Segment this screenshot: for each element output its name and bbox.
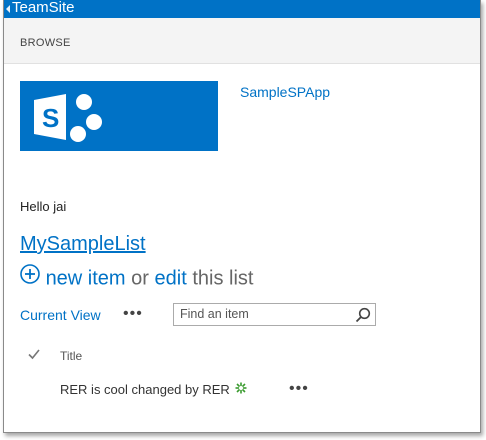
- tab-browse[interactable]: BROWSE: [20, 37, 71, 49]
- search-input[interactable]: [180, 307, 350, 321]
- back-arrow-icon[interactable]: [6, 5, 10, 13]
- suite-bar-title[interactable]: TeamSite: [12, 0, 75, 16]
- new-item-badge-icon: [235, 382, 247, 397]
- sharepoint-logo-icon: S: [34, 94, 102, 142]
- ribbon: BROWSE: [4, 18, 480, 64]
- current-view-link[interactable]: Current View: [20, 307, 101, 323]
- new-item-link[interactable]: new item: [46, 267, 126, 289]
- row-title-text[interactable]: RER is cool changed by RER: [60, 382, 230, 397]
- new-item-row: new item or edit this list: [20, 264, 254, 290]
- app-window: TeamSite BROWSE S SampleSPApp Hello jai …: [3, 0, 481, 433]
- view-more-button[interactable]: •••: [123, 305, 143, 323]
- suite-bar: TeamSite: [4, 0, 480, 18]
- search-box: [173, 303, 376, 326]
- site-title-link[interactable]: SampleSPApp: [240, 84, 330, 100]
- row-more-button[interactable]: •••: [289, 380, 309, 398]
- table-row[interactable]: RER is cool changed by RER •••: [20, 380, 320, 402]
- this-list-text: this list: [192, 267, 254, 290]
- svg-text:S: S: [42, 103, 59, 133]
- or-text: or: [131, 267, 149, 290]
- add-circle-icon[interactable]: [20, 264, 40, 290]
- list-header-row: Title: [20, 345, 320, 365]
- select-all-check-icon[interactable]: [28, 347, 40, 365]
- search-icon[interactable]: [355, 307, 371, 323]
- view-toolbar: Current View •••: [20, 303, 380, 327]
- site-logo[interactable]: S: [20, 81, 218, 151]
- edit-list-link[interactable]: edit: [155, 267, 187, 289]
- greeting-text: Hello jai: [20, 199, 67, 214]
- column-header-title[interactable]: Title: [60, 349, 82, 363]
- row-title-link[interactable]: RER is cool changed by RER: [60, 382, 247, 398]
- list-title-link[interactable]: MySampleList: [20, 233, 146, 256]
